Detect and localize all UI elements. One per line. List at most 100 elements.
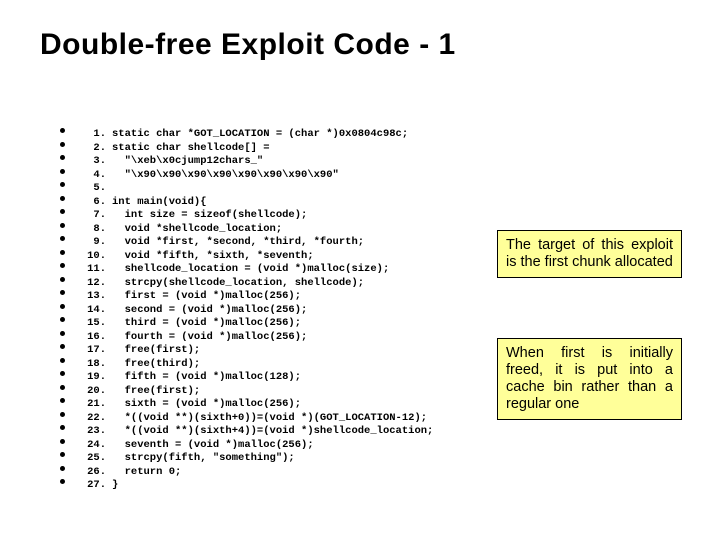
title-main: Double-free Exploit Code <box>40 28 410 61</box>
line-number: 4. <box>78 169 106 183</box>
line-number: 16. <box>78 331 106 345</box>
line-text: free(first); <box>112 344 200 358</box>
bullet-icon <box>60 236 65 241</box>
line-number: 1. <box>78 128 106 142</box>
line-text: static char shellcode[] = <box>112 142 270 156</box>
code-line: 12. strcpy(shellcode_location, shellcode… <box>78 277 433 291</box>
bullet-icon <box>60 466 65 471</box>
bullet-icon <box>60 344 65 349</box>
code-line: 25. strcpy(fifth, "something"); <box>78 452 433 466</box>
line-number: 15. <box>78 317 106 331</box>
line-text: static char *GOT_LOCATION = (char *)0x08… <box>112 128 408 142</box>
bullet-icon <box>60 169 65 174</box>
bullet-icon <box>60 250 65 255</box>
line-number: 5. <box>78 182 106 196</box>
bullet-icon <box>60 142 65 147</box>
line-number: 7. <box>78 209 106 223</box>
bullet-icon <box>60 317 65 322</box>
code-line: 14. second = (void *)malloc(256); <box>78 304 433 318</box>
line-number: 17. <box>78 344 106 358</box>
bullet-icon <box>60 209 65 214</box>
code-line: 16. fourth = (void *)malloc(256); <box>78 331 433 345</box>
line-number: 3. <box>78 155 106 169</box>
code-line: 26. return 0; <box>78 466 433 480</box>
code-line: 4. "\x90\x90\x90\x90\x90\x90\x90\x90" <box>78 169 433 183</box>
line-text: second = (void *)malloc(256); <box>112 304 307 318</box>
code-line: 1. static char *GOT_LOCATION = (char *)0x… <box>78 128 433 142</box>
line-text: void *first, *second, *third, *fourth; <box>112 236 364 250</box>
line-number: 22. <box>78 412 106 426</box>
line-number: 27. <box>78 479 106 493</box>
code-line: 18. free(third); <box>78 358 433 372</box>
line-text: sixth = (void *)malloc(256); <box>112 398 301 412</box>
bullet-icon <box>60 452 65 457</box>
line-text: *((void **)(sixth+4))=(void *)shellcode_… <box>112 425 433 439</box>
line-text: "\x90\x90\x90\x90\x90\x90\x90\x90" <box>112 169 339 183</box>
line-number: 23. <box>78 425 106 439</box>
bullet-column <box>60 128 65 493</box>
bullet-icon <box>60 196 65 201</box>
code-line: 8. void *shellcode_location; <box>78 223 433 237</box>
line-text: *((void **)(sixth+0))=(void *)(GOT_LOCAT… <box>112 412 427 426</box>
code-line: 10. void *fifth, *sixth, *seventh; <box>78 250 433 264</box>
code-line: 11. shellcode_location = (void *)malloc(… <box>78 263 433 277</box>
line-text: return 0; <box>112 466 181 480</box>
line-number: 20. <box>78 385 106 399</box>
code-line: 24. seventh = (void *)malloc(256); <box>78 439 433 453</box>
code-line: 13. first = (void *)malloc(256); <box>78 290 433 304</box>
bullet-icon <box>60 223 65 228</box>
code-line: 9. void *first, *second, *third, *fourth… <box>78 236 433 250</box>
annotation-target: The target of this exploit is the first … <box>497 230 682 278</box>
code-line: 5. <box>78 182 433 196</box>
line-text: shellcode_location = (void *)malloc(size… <box>112 263 389 277</box>
bullet-icon <box>60 385 65 390</box>
code-line: 23. *((void **)(sixth+4))=(void *)shellc… <box>78 425 433 439</box>
line-text: free(first); <box>112 385 200 399</box>
code-line: 22. *((void **)(sixth+0))=(void *)(GOT_L… <box>78 412 433 426</box>
bullet-icon <box>60 425 65 430</box>
bullet-icon <box>60 290 65 295</box>
line-text: free(third); <box>112 358 200 372</box>
bullet-icon <box>60 439 65 444</box>
code-line: 17. free(first); <box>78 344 433 358</box>
line-number: 13. <box>78 290 106 304</box>
line-number: 10. <box>78 250 106 264</box>
code-line: 27.} <box>78 479 433 493</box>
bullet-icon <box>60 277 65 282</box>
code-line: 3. "\xeb\x0cjump12chars_" <box>78 155 433 169</box>
line-number: 2. <box>78 142 106 156</box>
line-number: 19. <box>78 371 106 385</box>
line-number: 9. <box>78 236 106 250</box>
bullet-icon <box>60 479 65 484</box>
annotation-cache-bin: When first is initially freed, it is put… <box>497 338 682 420</box>
line-number: 18. <box>78 358 106 372</box>
line-number: 24. <box>78 439 106 453</box>
code-line: 7. int size = sizeof(shellcode); <box>78 209 433 223</box>
line-text: first = (void *)malloc(256); <box>112 290 301 304</box>
line-text: "\xeb\x0cjump12chars_" <box>112 155 263 169</box>
code-listing: 1. static char *GOT_LOCATION = (char *)0x… <box>78 128 433 493</box>
line-text: int main(void){ <box>112 196 207 210</box>
bullet-icon <box>60 182 65 187</box>
slide-title: Double-free Exploit Code - 1 <box>40 28 456 62</box>
line-number: 14. <box>78 304 106 318</box>
title-suffix: - 1 <box>410 28 455 61</box>
bullet-icon <box>60 371 65 376</box>
bullet-icon <box>60 412 65 417</box>
line-number: 11. <box>78 263 106 277</box>
code-line: 6. int main(void){ <box>78 196 433 210</box>
line-text: strcpy(shellcode_location, shellcode); <box>112 277 364 291</box>
bullet-icon <box>60 263 65 268</box>
bullet-icon <box>60 358 65 363</box>
bullet-icon <box>60 128 65 133</box>
line-text: void *shellcode_location; <box>112 223 282 237</box>
line-text: } <box>112 479 118 493</box>
line-text: seventh = (void *)malloc(256); <box>112 439 314 453</box>
code-line: 2. static char shellcode[] = <box>78 142 433 156</box>
code-line: 19. fifth = (void *)malloc(128); <box>78 371 433 385</box>
line-text: fifth = (void *)malloc(128); <box>112 371 301 385</box>
line-number: 12. <box>78 277 106 291</box>
slide: Double-free Exploit Code - 1 1. static ch… <box>0 0 720 540</box>
bullet-icon <box>60 155 65 160</box>
line-number: 6. <box>78 196 106 210</box>
